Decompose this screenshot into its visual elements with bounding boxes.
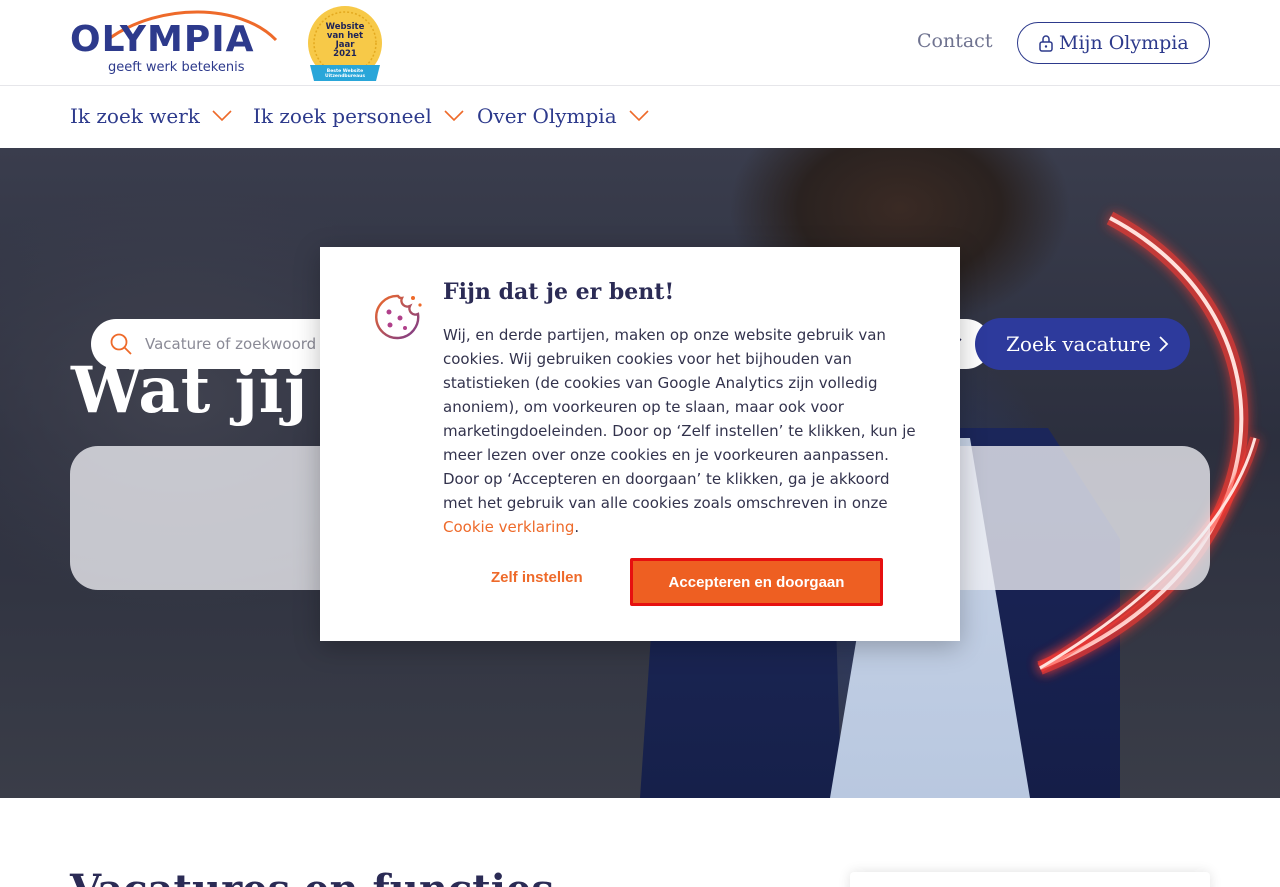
main-nav: Ik zoek werk Ik zoek personeel Over Olym… [0,86,1280,148]
cookie-icon [375,294,422,340]
olympia-logo[interactable]: OLYMPIA geeft werk betekenis [70,8,280,78]
nav-item-label: Over Olympia [477,104,617,128]
site-header: OLYMPIA geeft werk betekenis Website van… [0,0,1280,86]
zoek-vacature-label: Zoek vacature [1006,332,1151,356]
mijn-olympia-label: Mijn Olympia [1059,32,1189,54]
award-badge: Website van het Jaar 2021 Beste Website … [306,5,384,83]
chevron-down-icon [212,110,232,122]
contact-link[interactable]: Contact [917,30,992,52]
accept-cookies-button[interactable]: Accepteren en doorgaan [630,558,883,606]
cookie-verklaring-link[interactable]: Cookie verklaring [443,518,574,536]
mijn-olympia-button[interactable]: Mijn Olympia [1017,22,1210,64]
content-card [850,872,1210,887]
nav-item-ik-zoek-werk[interactable]: Ik zoek werk [70,104,232,128]
logo-wordmark: OLYMPIA [70,19,255,60]
logo-tagline: geeft werk betekenis [108,60,245,75]
section-title: Vacatures en functies [70,866,554,887]
search-icon [110,333,132,355]
cookie-dialog-text: Wij, en derde partijen, maken op onze we… [443,326,916,536]
nav-item-label: Ik zoek personeel [253,104,432,128]
cookie-consent-dialog: Fijn dat je er bent! Wij, en derde parti… [320,247,960,641]
chevron-down-icon [629,110,649,122]
nav-item-ik-zoek-personeel[interactable]: Ik zoek personeel [253,104,464,128]
lock-icon [1039,35,1053,52]
cookie-dialog-title: Fijn dat je er bent! [443,279,675,305]
zoek-vacature-button[interactable]: Zoek vacature [975,318,1190,370]
chevron-right-icon [1159,336,1169,352]
nav-item-label: Ik zoek werk [70,104,200,128]
chevron-down-icon [444,110,464,122]
award-title: Website van het Jaar 2021 [325,22,365,59]
zelf-instellen-button[interactable]: Zelf instellen [491,569,583,586]
nav-item-over-olympia[interactable]: Over Olympia [477,104,649,128]
award-ribbon: Beste Website Uitzendbureaus [324,69,366,79]
